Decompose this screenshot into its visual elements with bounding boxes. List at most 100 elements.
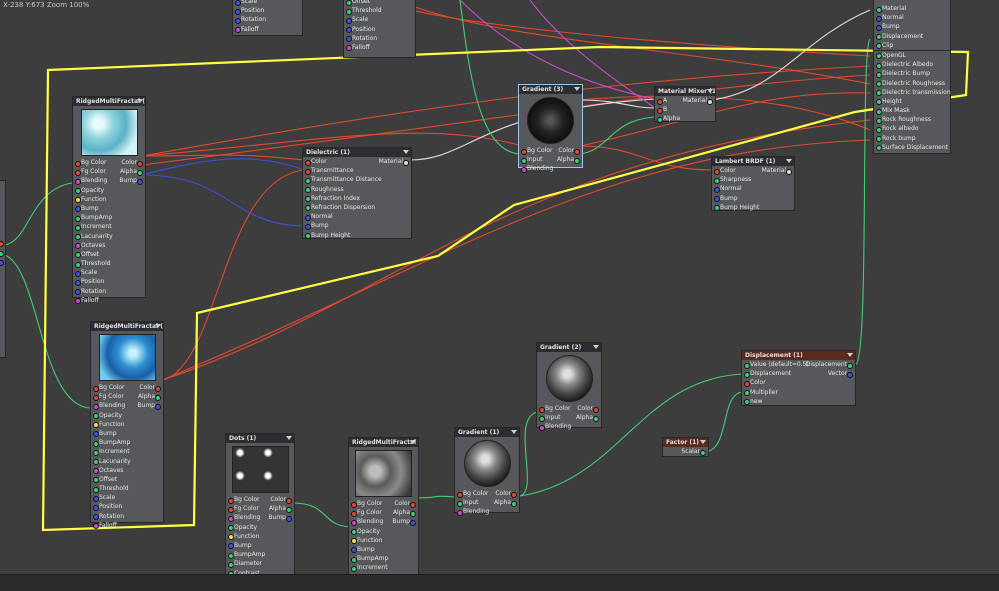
node-gradient-2[interactable]: Gradient (2) Bg Color Color Input Alpha Blend… [536, 342, 602, 431]
node-editor-canvas[interactable]: X-238 Y:673 Zoom 100% Scale Position Rotat… [0, 0, 999, 574]
node-gradient-3[interactable]: Gradient (3) Bg Color Color Input Alpha Blend… [518, 84, 583, 173]
node-ridged-multifractal-1[interactable]: RidgedMultiFractal (1)Bg ColorColorFg Co… [348, 437, 419, 574]
node-port-row: Transmittance Distance [303, 175, 411, 184]
collapse-arrow-icon[interactable] [700, 440, 706, 444]
input-label: Offset [352, 0, 371, 5]
node-title[interactable]: RidgedMultiFractal (1) [349, 438, 418, 447]
output-port[interactable] [155, 385, 161, 392]
output-port[interactable] [286, 506, 292, 513]
output-label: Bump [392, 518, 410, 526]
node-port-row: Increment [91, 447, 163, 456]
node-ridged-multifractal-2[interactable]: RidgedMultiFractal (2) Bg Color Color Fg Co… [72, 96, 146, 305]
port[interactable] [0, 260, 4, 266]
node-port-row: Bump [226, 541, 294, 550]
collapse-arrow-icon[interactable] [511, 430, 517, 434]
collapse-arrow-icon[interactable] [403, 150, 409, 154]
node-gradient-1[interactable]: Gradient (1) Bg Color Color Input Alpha Blend… [454, 427, 520, 516]
node-title[interactable]: Material Mixer (1) [655, 87, 715, 96]
node-port-row: Blending Bump [349, 517, 418, 526]
node-port-row: Displacement Vector [742, 369, 855, 378]
output-port[interactable] [410, 510, 416, 517]
output-port[interactable] [403, 159, 409, 166]
node-title[interactable]: RidgedMultiFractal (2) [73, 97, 145, 106]
texture-preview [98, 334, 156, 381]
collapse-arrow-icon[interactable] [574, 87, 580, 91]
node-title[interactable]: Dielectric (1) [303, 148, 411, 157]
output-label: Alpha [493, 499, 511, 507]
input-label: Opacity [234, 523, 258, 531]
node-title[interactable]: RidgedMultiFractal (3) [91, 322, 163, 331]
node-port-row: Scale [344, 15, 415, 24]
input-label: Blending [357, 518, 384, 526]
node-port-row: Blending [519, 164, 582, 173]
offscreen-node-left[interactable] [0, 180, 6, 358]
node-title[interactable]: Gradient (2) [537, 343, 601, 352]
node-surface-output[interactable]: Material Normal Bump Displacement Clip OpenGL… [873, 0, 951, 154]
collapse-arrow-icon[interactable] [137, 99, 143, 103]
input-label: Color [311, 158, 327, 165]
output-port[interactable] [700, 449, 706, 456]
output-port[interactable] [137, 160, 143, 167]
input-label: Rock bump [882, 134, 916, 142]
node-ridged-multifractal-3[interactable]: RidgedMultiFractal (3) Bg Color Color Fg Co… [90, 321, 164, 530]
node-title[interactable]: Dots (1) [226, 434, 294, 443]
collapse-arrow-icon[interactable] [707, 89, 713, 93]
input-label: Multiplier [750, 388, 778, 396]
output-port[interactable] [286, 497, 292, 504]
output-port[interactable] [410, 501, 416, 508]
node-lambert-brdf-1[interactable]: Lambert BRDF (1) Color Material Sharpness No… [711, 156, 795, 212]
node-port-row: Roughness [303, 185, 411, 194]
collapse-arrow-icon[interactable] [286, 436, 292, 440]
output-port[interactable] [155, 394, 161, 401]
node-title[interactable]: Gradient (3) [519, 85, 582, 94]
input-label: Dielectric Roughness [882, 79, 946, 87]
port[interactable] [0, 241, 4, 247]
output-port[interactable] [593, 415, 599, 422]
node-port-row: BumpAmp [91, 438, 163, 447]
node-port-row: Input Alpha [537, 413, 601, 422]
node-displacement-1[interactable]: Displacement (1) Value (default=0.5) Displ… [741, 350, 856, 406]
node-title[interactable]: Lambert BRDF (1) [712, 157, 794, 166]
partial-node-top-b[interactable]: Offset Threshold Scale Position Rotation Fall… [343, 0, 416, 58]
collapse-arrow-icon[interactable] [847, 353, 853, 357]
input-label: Displacement [882, 32, 924, 40]
node-title[interactable]: Displacement (1) [742, 351, 855, 360]
node-port-row: Refraction Dispersion [303, 203, 411, 212]
node-material-mixer-1[interactable]: Material Mixer (1) A Material B Alpha [654, 86, 716, 123]
input-label: new [750, 397, 763, 405]
output-port[interactable] [847, 371, 853, 378]
node-title[interactable]: Gradient (1) [455, 428, 519, 437]
port[interactable] [0, 251, 4, 257]
output-port[interactable] [707, 98, 713, 105]
output-port[interactable] [410, 519, 416, 526]
output-port[interactable] [593, 406, 599, 413]
partial-node-top-a[interactable]: Scale Position Rotation Falloff [232, 0, 303, 36]
input-label: Bg Color [81, 159, 107, 166]
node-title[interactable]: Factor (1) [663, 438, 708, 447]
node-factor-1[interactable]: Factor (1) Scalar [662, 437, 709, 457]
output-port[interactable] [137, 169, 143, 176]
output-port[interactable] [286, 515, 292, 522]
collapse-arrow-icon[interactable] [786, 159, 792, 163]
output-port[interactable] [155, 403, 161, 410]
node-port-row: Scale [91, 493, 163, 502]
output-port[interactable] [786, 168, 792, 175]
output-port[interactable] [574, 148, 580, 155]
collapse-arrow-icon[interactable] [410, 440, 416, 444]
input-label: Value (default=0.5) [750, 361, 809, 368]
input-label: Bump Height [311, 231, 351, 239]
collapse-arrow-icon[interactable] [593, 345, 599, 349]
output-label: Alpha [556, 156, 574, 164]
collapse-arrow-icon[interactable] [155, 324, 161, 328]
output-port[interactable] [511, 491, 517, 498]
output-port[interactable] [511, 500, 517, 507]
node-dielectric-1[interactable]: Dielectric (1) Color Material Transmittance… [302, 147, 412, 239]
output-port[interactable] [137, 178, 143, 185]
output-port[interactable] [847, 362, 853, 369]
node-port-row: BumpAmp [349, 554, 418, 563]
node-dots-1[interactable]: Dots (1) Bg Color Color Fg Color Alpha Blendi… [225, 433, 295, 574]
node-port-row: Transmittance [303, 166, 411, 175]
output-port[interactable] [574, 157, 580, 164]
texture-preview [527, 97, 574, 144]
node-port-row: BumpAmp [73, 213, 145, 222]
